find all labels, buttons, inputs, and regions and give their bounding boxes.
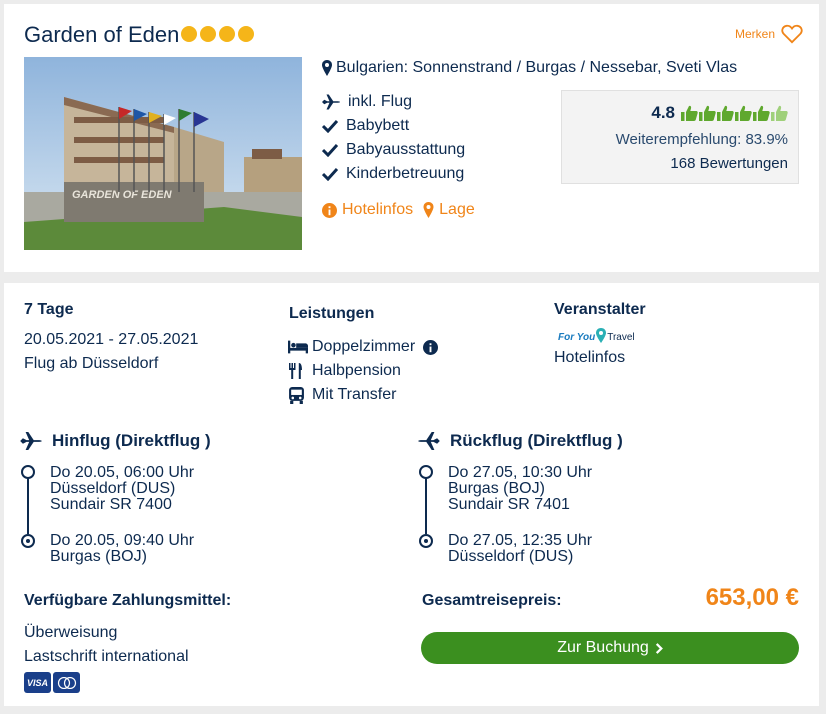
chevron-right-icon [655,642,663,654]
check-icon [322,167,338,181]
outbound-dep-time: Do 20.05, 06:00 Uhr [50,464,195,481]
service-label: Mit Transfer [312,386,397,403]
departure-node [419,465,433,479]
return-header: Rückflug (Direktflug ) [418,431,623,451]
payment-method: Lastschrift international [24,648,189,665]
trip-duration: 7 Tage [24,301,74,318]
merken-label: Merken [734,27,775,41]
payment-title: Verfügbare Zahlungsmittel: [24,592,232,609]
star-icon [219,26,235,42]
return-flight-number: Sundair SR 7401 [448,496,570,513]
map-pin-icon [423,202,434,218]
hotelinfos-link[interactable]: Hotelinfos [322,201,413,219]
outbound-arr-airport: Burgas (BOJ) [50,548,147,565]
outbound-dep-airport: Düsseldorf (DUS) [50,480,176,497]
thumbs-up-icon [753,105,770,121]
hotel-location: Bulgarien: Sonnenstrand / Burgas / Nesse… [322,59,737,77]
info-icon[interactable] [423,339,439,355]
heart-icon [781,24,803,44]
feature-label: Babyausstattung [346,141,466,158]
thumbs-up-icon [735,105,752,121]
hotel-sign-text: GARDEN OF EDEN [72,189,173,201]
booking-button[interactable]: Zur Buchung [421,632,799,664]
feature-flight: inkl. Flug [322,93,412,111]
location-text: Bulgarien: Sonnenstrand / Burgas / Nesse… [336,59,738,76]
feature-kinderbetreuung: Kinderbetreuung [322,165,464,183]
lage-link[interactable]: Lage [423,201,475,219]
rating-box[interactable]: 4.8 Weiterempfehlung: 83.9% 168 Bewertun… [561,90,799,184]
timeline-line [27,478,29,534]
total-price-label: Gesamtreisepreis: [422,592,562,609]
arrival-node [419,534,433,548]
organizer-logo: For You Travel [558,328,635,343]
hotel-name[interactable]: Garden of Eden [24,22,179,48]
hotel-links: Hotelinfos Lage [322,201,475,219]
plane-icon [418,432,440,450]
check-icon [322,143,338,157]
booking-button-label: Zur Buchung [557,639,649,656]
organizer-hotelinfos-link[interactable]: Hotelinfos [554,349,625,367]
service-board: Halbpension [288,362,401,380]
location-marker-icon [596,328,607,343]
arrival-node [21,534,35,548]
outbound-arr-time: Do 20.05, 09:40 Uhr [50,532,195,549]
hotel-stars [181,26,254,42]
feature-label: Babybett [346,117,410,134]
mastercard-logo [53,672,80,693]
hotel-image[interactable]: GARDEN OF EDEN [24,57,302,250]
thumbs-up-icon [681,105,698,121]
star-icon [200,26,216,42]
feature-label: inkl. Flug [348,93,413,110]
hotel-card: Garden of Eden Merken GARDEN OF EDEN Bul… [4,4,819,272]
thumbs-up-icon [699,105,716,121]
return-dep-time: Do 27.05, 10:30 Uhr [448,464,593,481]
feature-label: Kinderbetreuung [346,165,465,182]
return-dep-airport: Burgas (BOJ) [448,480,545,497]
merken-button[interactable]: Merken [735,24,803,44]
total-price: 653,00 € [705,584,799,611]
trip-departure: Flug ab Düsseldorf [24,355,159,372]
timeline-line [425,478,427,534]
service-transfer: Mit Transfer [288,386,396,404]
plane-icon [322,94,340,110]
feature-babybett: Babybett [322,117,409,135]
map-pin-icon [322,60,332,76]
review-count[interactable]: 168 Bewertungen [670,155,788,172]
star-icon [238,26,254,42]
payment-cards: VISA [24,672,80,693]
return-arr-airport: Düsseldorf (DUS) [448,548,574,565]
fork-knife-icon [289,363,302,379]
rating-score: 4.8 [651,103,675,122]
star-icon [181,26,197,42]
offer-card: 7 Tage 20.05.2021 - 27.05.2021 Flug ab D… [4,283,819,706]
check-icon [322,119,338,133]
rating-thumbs [681,105,788,121]
feature-babyausstattung: Babyausstattung [322,141,465,159]
service-label: Doppelzimmer [312,338,416,355]
outbound-header: Hinflug (Direktflug ) [20,431,211,451]
bed-icon [288,340,308,354]
thumbs-up-icon [771,105,788,121]
outbound-flight-number: Sundair SR 7400 [50,496,172,513]
bus-icon [289,386,304,404]
service-label: Halbpension [312,362,401,379]
outbound-title: Hinflug (Direktflug ) [52,431,211,450]
trip-dates: 20.05.2021 - 27.05.2021 [24,331,199,348]
plane-icon [20,432,42,450]
return-title: Rückflug (Direktflug ) [450,431,623,450]
services-title: Leistungen [289,305,375,322]
departure-node [21,465,35,479]
info-icon [322,202,337,218]
thumbs-up-icon [717,105,734,121]
payment-method: Überweisung [24,624,118,641]
visa-logo: VISA [24,672,51,693]
organizer-title: Veranstalter [554,301,646,318]
service-room: Doppelzimmer [288,338,439,356]
return-arr-time: Do 27.05, 12:35 Uhr [448,532,593,549]
recommendation-rate: Weiterempfehlung: 83.9% [615,131,788,148]
